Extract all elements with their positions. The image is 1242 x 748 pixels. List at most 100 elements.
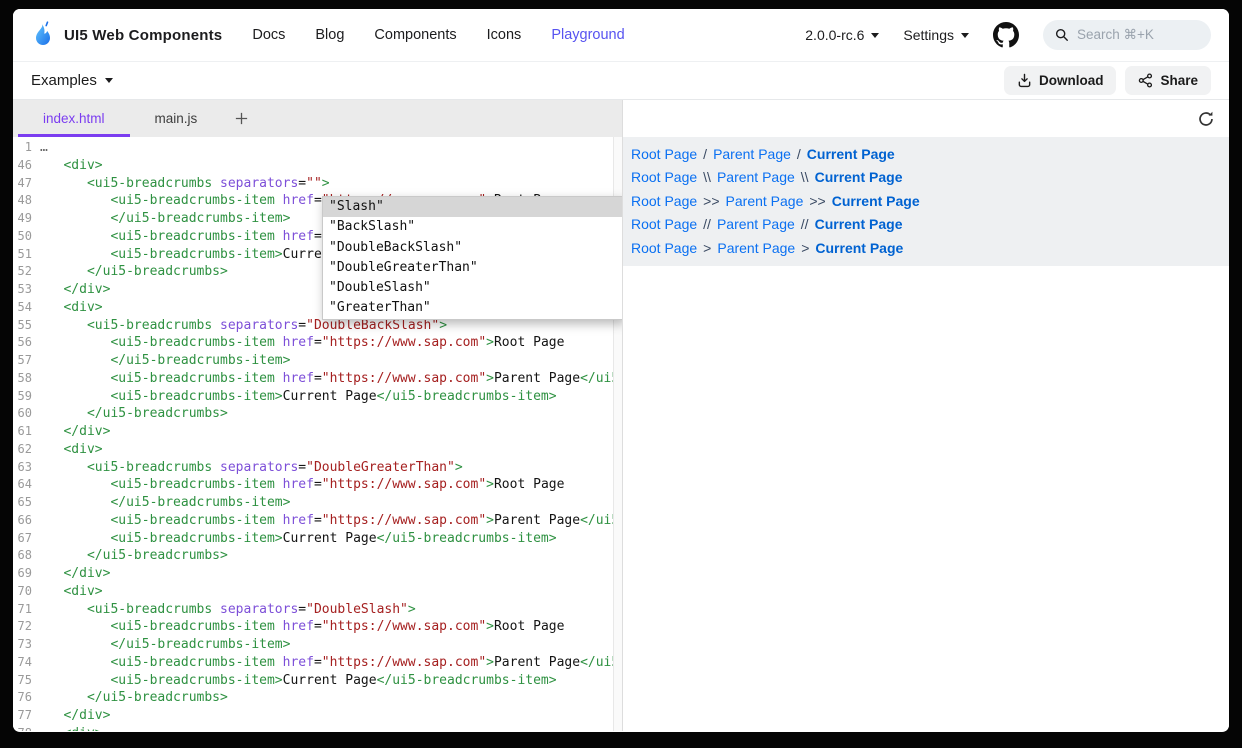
breadcrumb-current-page: Current Page <box>815 169 903 185</box>
line-content: <ui5-breadcrumbs-item>Current Page</ui5-… <box>40 388 557 406</box>
code-line[interactable]: 58 <ui5-breadcrumbs-item href="https://w… <box>13 370 622 388</box>
breadcrumb-link[interactable]: Root Page <box>631 193 697 209</box>
line-number: 75 <box>13 672 40 690</box>
autocomplete-option[interactable]: "GreaterThan" <box>323 298 622 318</box>
code-line[interactable]: 77 </div> <box>13 707 622 725</box>
code-line[interactable]: 56 <ui5-breadcrumbs-item href="https://w… <box>13 334 622 352</box>
breadcrumb-link[interactable]: Root Page <box>631 169 697 185</box>
line-content: </ui5-breadcrumbs-item> <box>40 210 290 228</box>
line-content: <div> <box>40 299 103 317</box>
code-line[interactable]: 1… <box>13 139 622 157</box>
line-number: 78 <box>13 725 40 731</box>
breadcrumb-link[interactable]: Root Page <box>631 216 697 232</box>
code-line[interactable]: 74 <ui5-breadcrumbs-item href="https://w… <box>13 654 622 672</box>
breadcrumb-link[interactable]: Parent Page <box>717 240 795 256</box>
line-number: 70 <box>13 583 40 601</box>
line-number: 56 <box>13 334 40 352</box>
code-line[interactable]: 71 <ui5-breadcrumbs separators="DoubleSl… <box>13 601 622 619</box>
code-line[interactable]: 65 </ui5-breadcrumbs-item> <box>13 494 622 512</box>
line-content: <div> <box>40 157 103 175</box>
line-content: <ui5-breadcrumbs separators="DoubleGreat… <box>40 459 463 477</box>
breadcrumb-separator: >> <box>809 193 825 209</box>
line-content: </ui5-breadcrumbs> <box>40 547 228 565</box>
code-line[interactable]: 60 </ui5-breadcrumbs> <box>13 405 622 423</box>
brand-title: UI5 Web Components <box>64 27 222 44</box>
code-line[interactable]: 72 <ui5-breadcrumbs-item href="https://w… <box>13 618 622 636</box>
code-line[interactable]: 68 </ui5-breadcrumbs> <box>13 547 622 565</box>
line-number: 55 <box>13 317 40 335</box>
line-number: 64 <box>13 476 40 494</box>
nav-item-icons[interactable]: Icons <box>487 27 522 43</box>
line-number: 66 <box>13 512 40 530</box>
line-content: <div> <box>40 583 103 601</box>
line-number: 50 <box>13 228 40 246</box>
autocomplete-option[interactable]: "BackSlash" <box>323 217 622 237</box>
examples-dropdown[interactable]: Examples <box>31 72 113 89</box>
version-dropdown[interactable]: 2.0.0-rc.6 <box>805 27 879 43</box>
nav-item-blog[interactable]: Blog <box>315 27 344 43</box>
code-line[interactable]: 61 </div> <box>13 423 622 441</box>
breadcrumb-link[interactable]: Parent Page <box>717 169 795 185</box>
tab-index-html[interactable]: index.html <box>18 100 130 137</box>
code-line[interactable]: 67 <ui5-breadcrumbs-item>Current Page</u… <box>13 530 622 548</box>
line-number: 59 <box>13 388 40 406</box>
code-line[interactable]: 78 <div> <box>13 725 622 731</box>
line-number: 67 <box>13 530 40 548</box>
line-number: 53 <box>13 281 40 299</box>
add-tab-button[interactable] <box>222 100 261 137</box>
share-button[interactable]: Share <box>1125 66 1211 95</box>
breadcrumbs-demo-area: Root Page/Parent Page/Current PageRoot P… <box>623 137 1229 266</box>
code-line[interactable]: 75 <ui5-breadcrumbs-item>Current Page</u… <box>13 672 622 690</box>
code-line[interactable]: 59 <ui5-breadcrumbs-item>Current Page</u… <box>13 388 622 406</box>
code-line[interactable]: 57 </ui5-breadcrumbs-item> <box>13 352 622 370</box>
breadcrumb-row: Root Page/Parent Page/Current Page <box>631 142 1229 166</box>
breadcrumb-row: Root Page>Parent Page>Current Page <box>631 236 1229 260</box>
line-content: <ui5-breadcrumbs separators="DoubleSlash… <box>40 601 416 619</box>
search-input[interactable]: Search ⌘+K <box>1043 20 1211 50</box>
breadcrumb-link[interactable]: Parent Page <box>713 146 791 162</box>
breadcrumb-link[interactable]: Root Page <box>631 240 697 256</box>
code-line[interactable]: 69 </div> <box>13 565 622 583</box>
line-content: <ui5-breadcrumbs-item>Current Page</ui5-… <box>40 672 557 690</box>
code-line[interactable]: 73 </ui5-breadcrumbs-item> <box>13 636 622 654</box>
code-line[interactable]: 64 <ui5-breadcrumbs-item href="https://w… <box>13 476 622 494</box>
github-icon[interactable] <box>993 22 1019 48</box>
download-button[interactable]: Download <box>1004 66 1117 95</box>
line-number: 51 <box>13 246 40 264</box>
code-line[interactable]: 62 <div> <box>13 441 622 459</box>
autocomplete-option[interactable]: "Slash" <box>323 197 622 217</box>
settings-dropdown[interactable]: Settings <box>903 27 969 43</box>
line-content: </ui5-breadcrumbs-item> <box>40 494 290 512</box>
code-line[interactable]: 70 <div> <box>13 583 622 601</box>
site-header: UI5 Web Components Docs Blog Components Ico… <box>13 9 1229 62</box>
line-number: 68 <box>13 547 40 565</box>
breadcrumb-link[interactable]: Parent Page <box>726 193 804 209</box>
line-content: <ui5-breadcrumbs-item href="https://www.… <box>40 512 622 530</box>
autocomplete-option[interactable]: "DoubleBackSlash" <box>323 238 622 258</box>
nav-item-docs[interactable]: Docs <box>252 27 285 43</box>
refresh-icon[interactable] <box>1197 110 1215 128</box>
line-number: 62 <box>13 441 40 459</box>
breadcrumb-link[interactable]: Parent Page <box>717 216 795 232</box>
code-line[interactable]: 66 <ui5-breadcrumbs-item href="https://w… <box>13 512 622 530</box>
code-line[interactable]: 63 <ui5-breadcrumbs separators="DoubleGr… <box>13 459 622 477</box>
editor-tabbar: index.htmlmain.js <box>13 100 622 137</box>
line-number: 58 <box>13 370 40 388</box>
chevron-down-icon <box>961 33 969 38</box>
autocomplete-option[interactable]: "DoubleGreaterThan" <box>323 258 622 278</box>
breadcrumb-separator: > <box>801 240 809 256</box>
line-number: 76 <box>13 689 40 707</box>
code-line[interactable]: 47 <ui5-breadcrumbs separators=""> <box>13 175 622 193</box>
nav-item-components[interactable]: Components <box>374 27 456 43</box>
code-line[interactable]: 46 <div> <box>13 157 622 175</box>
code-line[interactable]: 76 </ui5-breadcrumbs> <box>13 689 622 707</box>
line-number: 47 <box>13 175 40 193</box>
version-label: 2.0.0-rc.6 <box>805 27 864 43</box>
breadcrumb-link[interactable]: Root Page <box>631 146 697 162</box>
line-number: 49 <box>13 210 40 228</box>
tab-main-js[interactable]: main.js <box>130 100 223 137</box>
line-content: <ui5-breadcrumbs-item href="https://www.… <box>40 618 564 636</box>
brand[interactable]: UI5 Web Components <box>31 20 222 50</box>
autocomplete-option[interactable]: "DoubleSlash" <box>323 278 622 298</box>
nav-item-playground[interactable]: Playground <box>551 27 624 43</box>
